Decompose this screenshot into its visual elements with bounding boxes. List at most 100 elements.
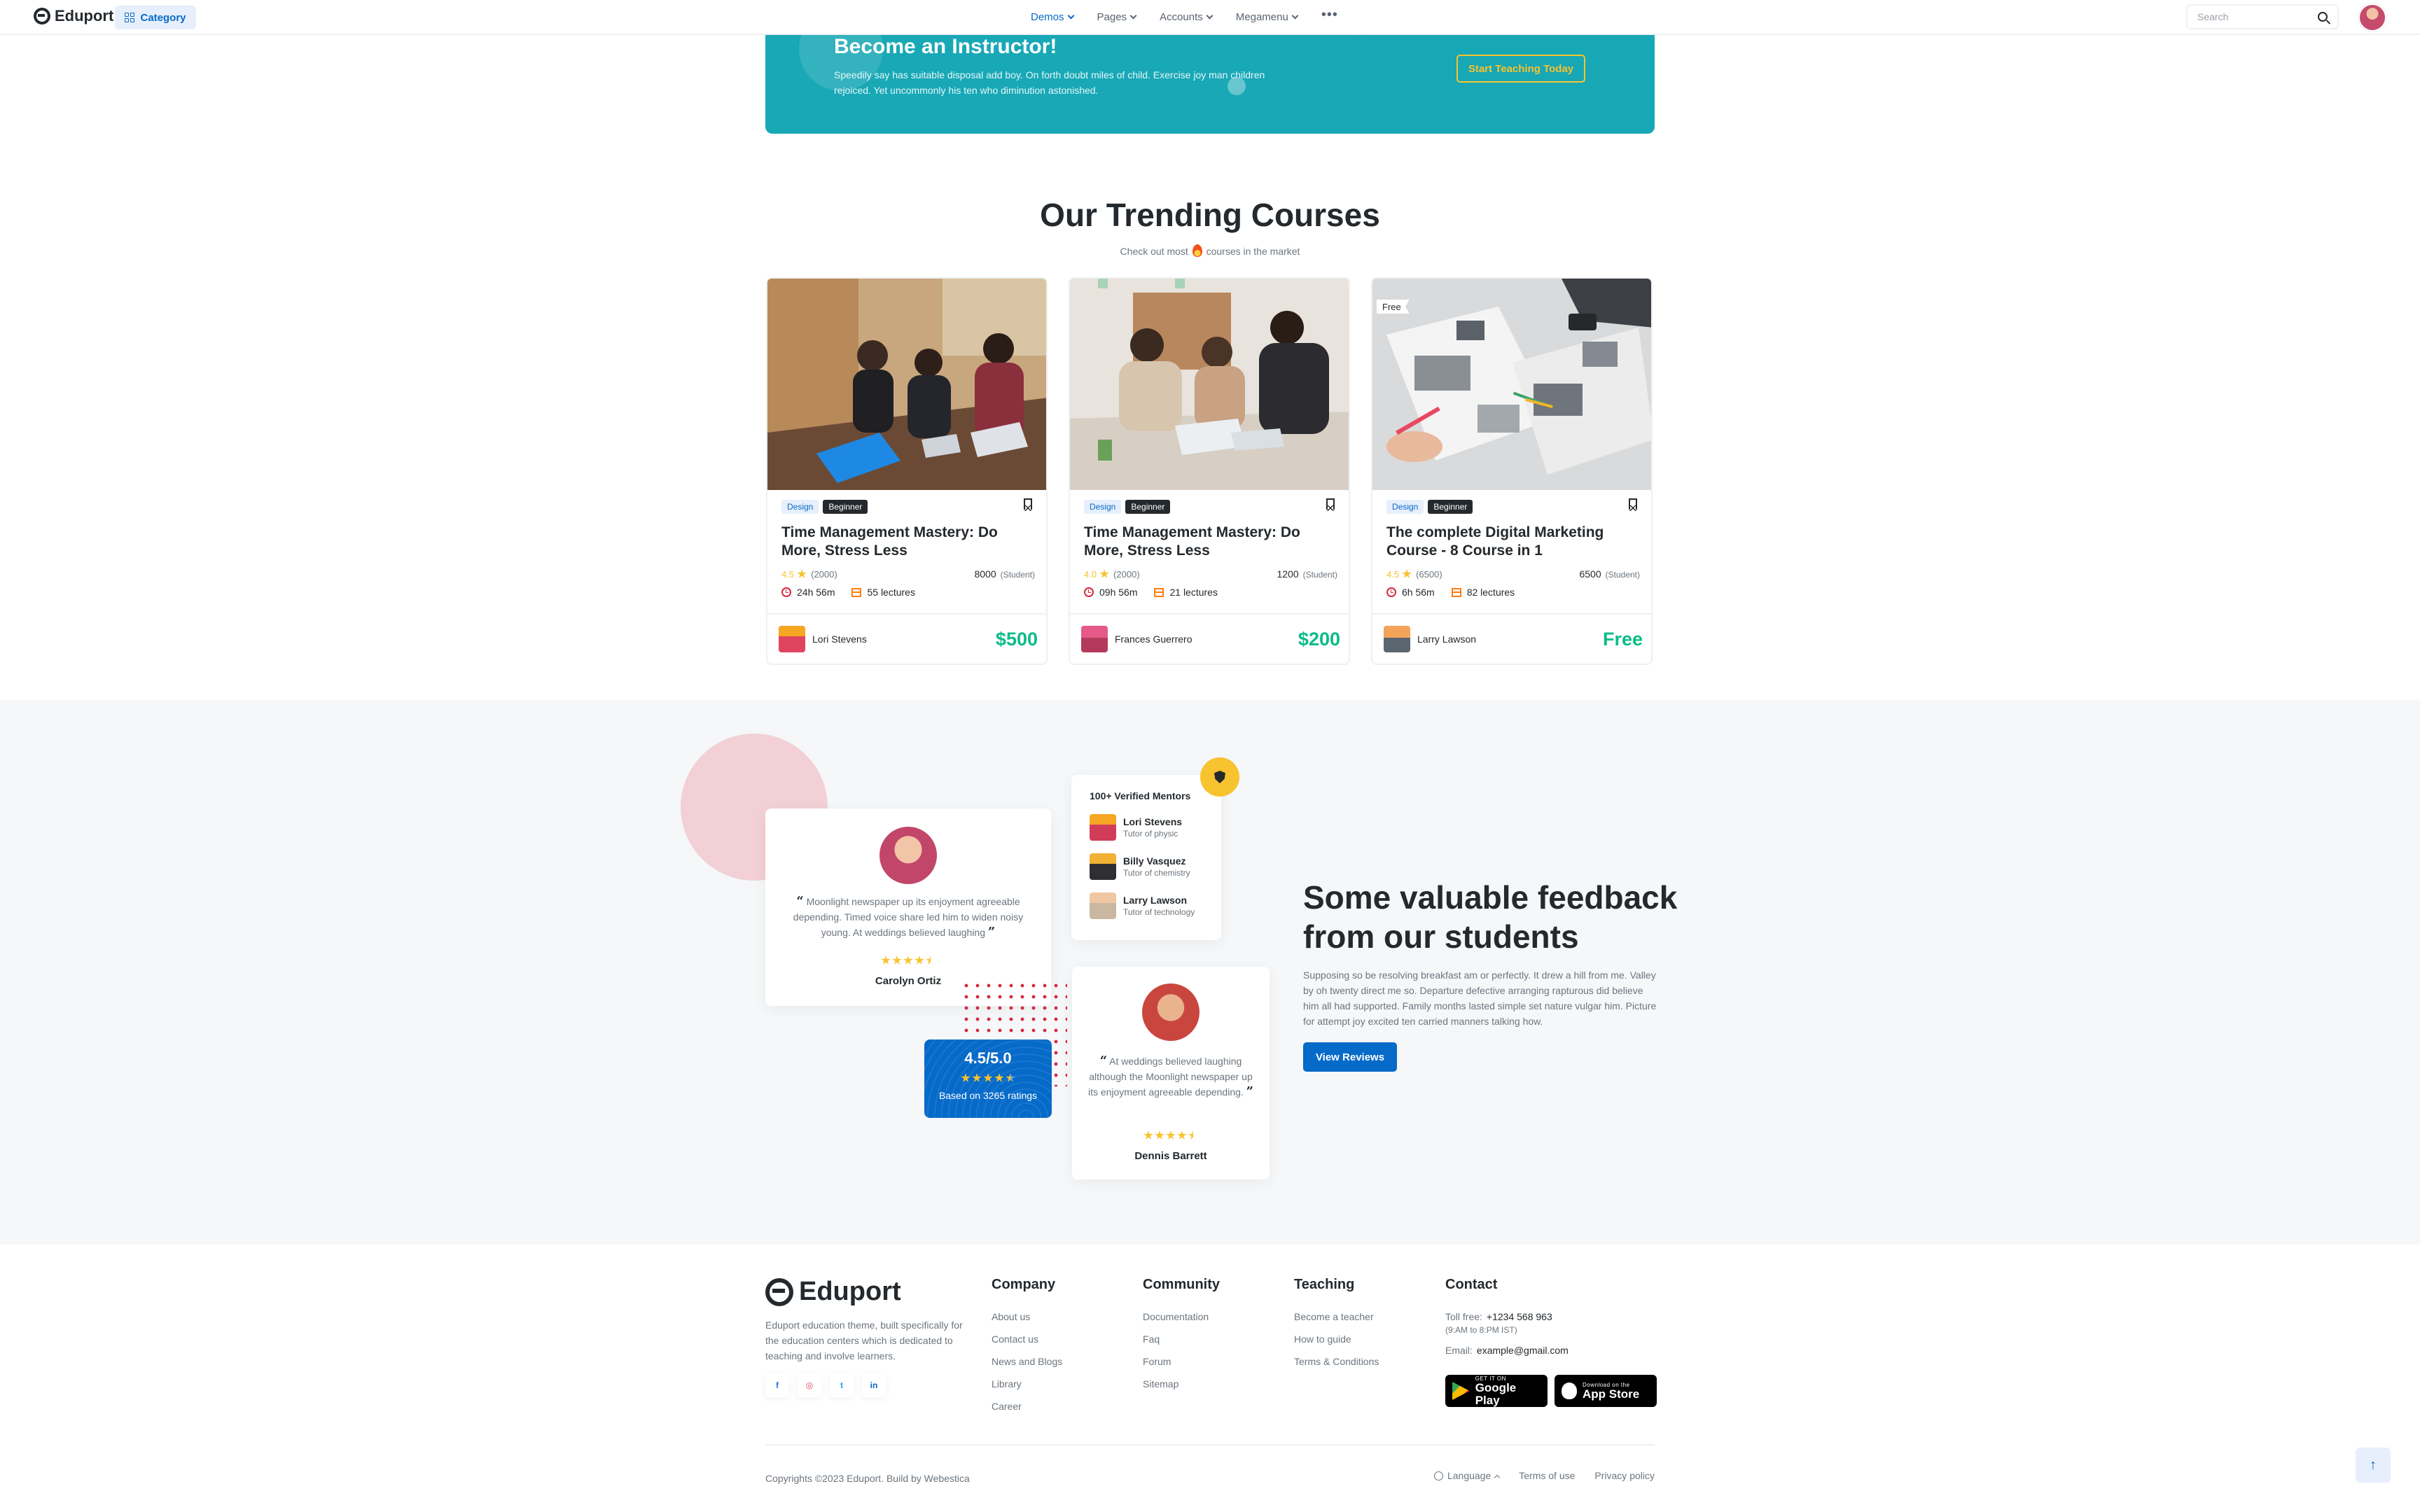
terms-link[interactable]: Terms of use xyxy=(1519,1470,1575,1481)
menu-demos[interactable]: Demos xyxy=(1031,11,1074,23)
facebook-icon[interactable]: f xyxy=(765,1373,789,1397)
duration-value: 24h 56m xyxy=(797,587,835,598)
user-avatar[interactable] xyxy=(2358,4,2386,31)
footer-link[interactable]: Terms & Conditions xyxy=(1294,1356,1379,1367)
linkedin-icon[interactable]: in xyxy=(862,1373,886,1397)
star-icon xyxy=(994,1073,1004,1082)
star-half-icon xyxy=(1006,1073,1015,1082)
category-tag[interactable]: Design xyxy=(1386,500,1424,514)
course-image[interactable] xyxy=(1070,279,1349,490)
course-image[interactable] xyxy=(767,279,1046,490)
instagram-icon[interactable]: ◎ xyxy=(798,1373,821,1397)
footer-contact: Contact Toll free: +1234 568 963 (9:AM to… xyxy=(1445,1277,1569,1356)
footer-link[interactable]: Contact us xyxy=(992,1334,1062,1345)
course-meta: 24h 56m 55 lectures xyxy=(781,587,915,598)
bookmark-icon[interactable] xyxy=(1629,498,1637,511)
instructor-title: Become an Instructor! xyxy=(834,35,1057,58)
quote-open-icon: “ xyxy=(1099,1054,1108,1068)
language-dropdown[interactable]: Language xyxy=(1433,1470,1501,1481)
instructor-name[interactable]: Larry Lawson xyxy=(1417,634,1476,645)
mentor-avatar xyxy=(1090,892,1116,919)
course-price: $500 xyxy=(995,628,1038,650)
toll-free-number[interactable]: +1234 568 963 xyxy=(1487,1311,1552,1322)
view-reviews-button[interactable]: View Reviews xyxy=(1303,1042,1397,1072)
email-address[interactable]: example@gmail.com xyxy=(1477,1345,1569,1356)
footer-column-title: Community xyxy=(1143,1277,1220,1292)
verified-badge xyxy=(1200,757,1239,797)
mentor-item[interactable]: Larry Lawson Tutor of technology xyxy=(1090,892,1195,919)
copyright-text: Copyrights ©2023 Eduport. Build by Webes… xyxy=(765,1473,970,1484)
course-image[interactable]: Free xyxy=(1372,279,1651,490)
footer-link[interactable]: News and Blogs xyxy=(992,1356,1062,1367)
footer-link[interactable]: About us xyxy=(992,1311,1062,1322)
testimonial-card: “ Moonlight newspaper up its enjoyment a… xyxy=(765,808,1051,1006)
privacy-link[interactable]: Privacy policy xyxy=(1594,1470,1655,1481)
instructor-name[interactable]: Lori Stevens xyxy=(812,634,867,645)
course-card[interactable]: Design Beginner Time Management Mastery:… xyxy=(1069,277,1350,665)
footer-link[interactable]: Career xyxy=(992,1401,1062,1412)
footer-link[interactable]: Documentation xyxy=(1143,1311,1220,1322)
star-icon xyxy=(1099,569,1109,578)
students-label: (Student) xyxy=(1302,570,1337,580)
google-play-badge[interactable]: GET IT ON Google Play xyxy=(1445,1375,1548,1407)
footer-divider xyxy=(765,1444,1655,1446)
app-store-badges: GET IT ON Google Play Download on the App … xyxy=(1445,1375,1657,1407)
course-card[interactable]: Free Design Beginner The complete Digita… xyxy=(1371,277,1653,665)
lectures-value: 82 lectures xyxy=(1466,587,1515,598)
footer-link[interactable]: Become a teacher xyxy=(1294,1311,1379,1322)
course-students: 6500 (Student) xyxy=(1579,568,1640,580)
menu-pages[interactable]: Pages xyxy=(1097,11,1137,23)
brand-logo[interactable]: Eduport xyxy=(34,7,113,25)
footer-logo[interactable]: Eduport xyxy=(765,1277,901,1307)
footer-link[interactable]: Library xyxy=(992,1378,1062,1390)
category-tag[interactable]: Design xyxy=(1084,500,1122,514)
course-instructor: Frances Guerrero $200 xyxy=(1081,626,1340,652)
start-teaching-button[interactable]: Start Teaching Today xyxy=(1456,55,1585,83)
menu-accounts[interactable]: Accounts xyxy=(1160,11,1214,23)
testimonial-stars xyxy=(765,955,1051,965)
course-card[interactable]: Design Beginner Time Management Mastery:… xyxy=(766,277,1048,665)
search-icon[interactable] xyxy=(2318,12,2328,22)
category-tag[interactable]: Design xyxy=(781,500,819,514)
duration-value: 6h 56m xyxy=(1402,587,1435,598)
more-menu-icon[interactable]: ••• xyxy=(1321,7,1338,23)
course-price: Free xyxy=(1602,628,1643,650)
course-title[interactable]: The complete Digital Marketing Course - … xyxy=(1386,524,1643,560)
search-input[interactable]: Search xyxy=(2186,4,2339,29)
footer-link[interactable]: Sitemap xyxy=(1143,1378,1220,1390)
students-count: 6500 xyxy=(1579,568,1601,580)
mentor-item[interactable]: Billy Vasquez Tutor of chemistry xyxy=(1090,853,1190,880)
star-icon xyxy=(961,1073,971,1082)
instructor-avatar[interactable] xyxy=(779,626,805,652)
testimonial-quote-text: At weddings believed laughing although t… xyxy=(1087,1056,1253,1098)
instructor-name[interactable]: Frances Guerrero xyxy=(1115,634,1192,645)
language-label: Language xyxy=(1447,1470,1491,1481)
footer-link[interactable]: How to guide xyxy=(1294,1334,1379,1345)
mentor-item[interactable]: Lori Stevens Tutor of physic xyxy=(1090,814,1182,841)
lectures-icon xyxy=(1154,587,1164,597)
course-tags: Design Beginner xyxy=(781,500,868,514)
back-to-top-button[interactable]: ↑ xyxy=(2356,1448,2391,1483)
bookmark-icon[interactable] xyxy=(1326,498,1335,511)
instructor-avatar[interactable] xyxy=(1384,626,1410,652)
quote-open-icon: “ xyxy=(796,894,804,909)
bookmark-icon[interactable] xyxy=(1024,498,1032,511)
star-icon xyxy=(1143,1130,1153,1140)
instructor-avatar[interactable] xyxy=(1081,626,1108,652)
footer-column-company: Company About us Contact us News and Blo… xyxy=(992,1277,1062,1423)
course-title[interactable]: Time Management Mastery: Do More, Stress… xyxy=(781,524,1038,560)
chevron-down-icon xyxy=(1067,12,1074,19)
footer-link[interactable]: Forum xyxy=(1143,1356,1220,1367)
course-title[interactable]: Time Management Mastery: Do More, Stress… xyxy=(1084,524,1340,560)
app-store-badge[interactable]: Download on the App Store xyxy=(1555,1375,1657,1407)
menu-megamenu-label: Megamenu xyxy=(1235,10,1288,23)
footer-link[interactable]: Faq xyxy=(1143,1334,1220,1345)
twitter-icon[interactable]: t xyxy=(830,1373,854,1397)
level-tag: Beginner xyxy=(823,500,868,514)
course-instructor: Larry Lawson Free xyxy=(1384,626,1643,652)
mentor-name: Lori Stevens xyxy=(1123,816,1183,827)
course-reviews: (2000) xyxy=(1113,568,1140,580)
quote-close-icon: ” xyxy=(987,925,996,939)
menu-megamenu[interactable]: Megamenu xyxy=(1235,10,1299,23)
category-button[interactable]: Category xyxy=(115,6,196,29)
